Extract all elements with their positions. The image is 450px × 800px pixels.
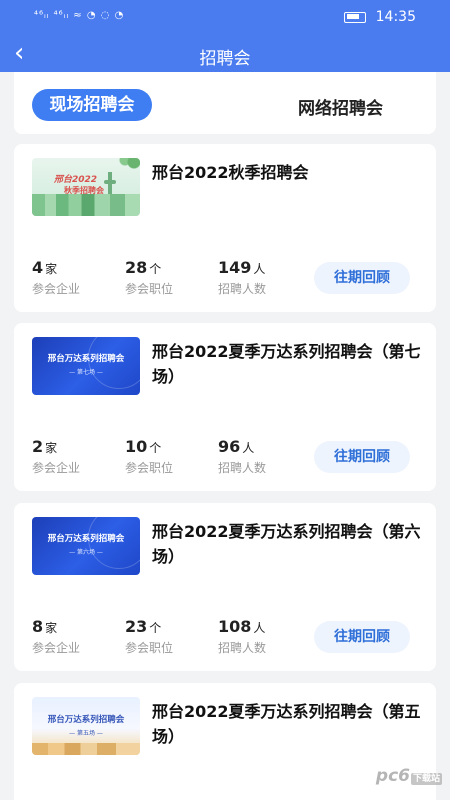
stat-unit: 人 bbox=[253, 262, 266, 276]
event-title: 邢台2022夏季万达系列招聘会（第七场） bbox=[152, 342, 421, 386]
watermark-logo: pc6 下载站 bbox=[376, 766, 442, 786]
stat-value: 96 bbox=[218, 437, 241, 456]
event-thumbnail: 邢台万达系列招聘会 — 第五场 — bbox=[32, 697, 140, 755]
stat-value: 108 bbox=[218, 617, 252, 636]
status-bar: ⁴⁶ᵢₗ ⁴⁶ᵢₗ ≈ ◔ ◌ ◔ 14:35 bbox=[0, 0, 450, 36]
tab-online-fair[interactable]: 网络招聘会 bbox=[298, 94, 383, 119]
stat-positions: 10 个 参会职位 bbox=[125, 437, 173, 476]
watermark-text: pc6 bbox=[375, 766, 410, 786]
stat-positions: 28 个 参会职位 bbox=[125, 258, 173, 297]
event-title: 邢台2022夏季万达系列招聘会（第六场） bbox=[152, 522, 421, 566]
stat-positions: 23 个 参会职位 bbox=[125, 617, 173, 656]
stat-label: 招聘人数 bbox=[218, 282, 267, 296]
event-thumbnail: 邢台2022 秋季招聘会 bbox=[32, 158, 140, 216]
past-review-button[interactable]: 往期回顾 bbox=[314, 262, 410, 294]
stat-value: 23 bbox=[125, 617, 148, 636]
event-card[interactable]: 邢台万达系列招聘会 — 第六场 — 邢台2022夏季万达系列招聘会（第六场） 8… bbox=[14, 503, 436, 671]
stat-companies: 4家 参会企业 bbox=[32, 258, 80, 297]
stat-hires: 108 人 招聘人数 bbox=[218, 617, 266, 656]
stat-unit: 家 bbox=[45, 621, 58, 635]
stat-companies: 2家 参会企业 bbox=[32, 437, 80, 476]
stat-value: 8 bbox=[32, 617, 44, 636]
battery-icon bbox=[343, 11, 366, 23]
stat-label: 招聘人数 bbox=[218, 461, 267, 475]
thumbnail-subtext: — 第六场 — bbox=[69, 549, 103, 556]
thumbnail-subtext: — 第五场 — bbox=[69, 730, 103, 737]
thumbnail-text: 邢台万达系列招聘会 bbox=[47, 715, 125, 725]
thumbnail-subtext: 秋季招聘会 bbox=[64, 186, 104, 195]
stat-unit: 个 bbox=[149, 621, 162, 635]
nav-bar: ‹ 招聘会 bbox=[0, 36, 450, 72]
stat-label: 参会职位 bbox=[125, 282, 174, 296]
stat-unit: 人 bbox=[253, 621, 266, 635]
event-thumbnail: 邢台万达系列招聘会 — 第七场 — bbox=[32, 337, 140, 395]
event-title: 邢台2022夏季万达系列招聘会（第五场） bbox=[152, 702, 421, 746]
stat-label: 参会企业 bbox=[32, 641, 81, 655]
tab-bar: 现场招聘会 网络招聘会 bbox=[14, 72, 436, 134]
event-card[interactable]: 邢台万达系列招聘会 — 第五场 — 邢台2022夏季万达系列招聘会（第五场） bbox=[14, 683, 436, 800]
thumbnail-text: 邢台万达系列招聘会 bbox=[47, 534, 125, 544]
city-decoration bbox=[32, 743, 140, 755]
stat-value: 149 bbox=[218, 258, 252, 277]
page-title: 招聘会 bbox=[199, 49, 251, 69]
event-card[interactable]: 邢台万达系列招聘会 — 第七场 — 邢台2022夏季万达系列招聘会（第七场） 2… bbox=[14, 323, 436, 491]
stat-unit: 个 bbox=[149, 441, 162, 455]
thumbnail-text: 邢台2022 bbox=[54, 175, 98, 185]
stat-value: 2 bbox=[32, 437, 44, 456]
stat-hires: 96 人 招聘人数 bbox=[218, 437, 266, 476]
stat-label: 参会企业 bbox=[32, 461, 81, 475]
thumbnail-subtext: — 第七场 — bbox=[69, 369, 103, 376]
status-right: 14:35 bbox=[343, 9, 416, 25]
stat-label: 参会职位 bbox=[125, 461, 174, 475]
stat-hires: 149 人 招聘人数 bbox=[218, 258, 266, 297]
event-title: 邢台2022秋季招聘会 bbox=[152, 163, 309, 182]
stat-unit: 个 bbox=[149, 262, 162, 276]
skyline-decoration bbox=[32, 194, 140, 216]
thumbnail-text: 邢台万达系列招聘会 bbox=[47, 354, 125, 364]
stat-unit: 人 bbox=[242, 441, 255, 455]
stat-label: 参会企业 bbox=[32, 282, 81, 296]
tab-onsite-fair[interactable]: 现场招聘会 bbox=[32, 89, 152, 121]
stat-label: 参会职位 bbox=[125, 641, 174, 655]
stat-unit: 家 bbox=[45, 262, 58, 276]
event-card[interactable]: 邢台2022 秋季招聘会 邢台2022秋季招聘会 4家 参会企业 28 个 参会职… bbox=[14, 144, 436, 312]
status-icons: ⁴⁶ᵢₗ ⁴⁶ᵢₗ ≈ ◔ ◌ ◔ bbox=[34, 10, 125, 21]
stat-value: 4 bbox=[32, 258, 44, 277]
stat-unit: 家 bbox=[45, 441, 58, 455]
past-review-button[interactable]: 往期回顾 bbox=[314, 621, 410, 653]
watermark-badge: 下载站 bbox=[410, 773, 442, 785]
past-review-button[interactable]: 往期回顾 bbox=[314, 441, 410, 473]
leaves-decoration bbox=[110, 158, 140, 178]
stat-value: 28 bbox=[125, 258, 148, 277]
stat-value: 10 bbox=[125, 437, 148, 456]
event-thumbnail: 邢台万达系列招聘会 — 第六场 — bbox=[32, 517, 140, 575]
stat-companies: 8家 参会企业 bbox=[32, 617, 80, 656]
stat-label: 招聘人数 bbox=[218, 641, 267, 655]
clock: 14:35 bbox=[375, 9, 416, 25]
